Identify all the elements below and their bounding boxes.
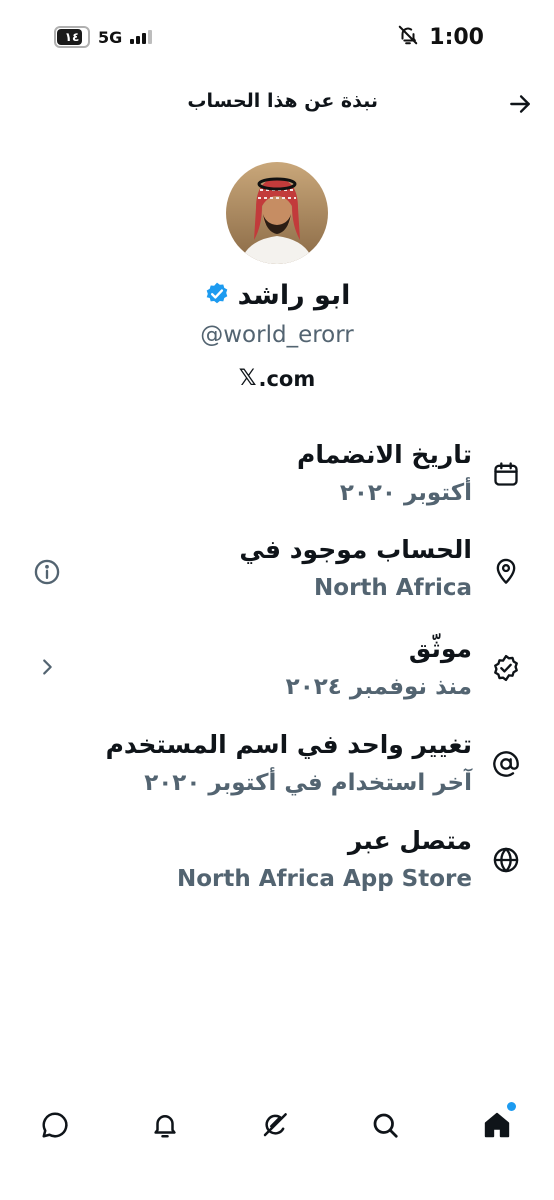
- home-notification-dot: [507, 1102, 516, 1111]
- search-icon: [373, 1113, 398, 1138]
- display-name: ابو راشد: [237, 280, 351, 311]
- x-logo: 𝕏: [238, 366, 257, 391]
- arrow-right-icon: [510, 95, 530, 113]
- location-title: الحساب موجود في: [239, 535, 472, 564]
- battery-level: ١٤: [64, 30, 80, 44]
- location-value: North Africa: [314, 575, 472, 601]
- info-row-location: الحساب موجود في North Africa: [0, 535, 554, 631]
- info-row-verified[interactable]: موثّق منذ نوفمبر ٢٠٢٤: [0, 634, 554, 730]
- site-link[interactable]: 𝕏 .com: [0, 366, 554, 391]
- globe-icon: [493, 847, 519, 873]
- info-circle-icon: [34, 559, 60, 585]
- profile-handle: @world_erorr: [200, 322, 354, 348]
- connected-via-value: North Africa App Store: [176, 866, 472, 892]
- verified-details-button[interactable]: [32, 652, 62, 682]
- verified-badge-icon: [204, 281, 230, 311]
- nav-messages[interactable]: [38, 1108, 72, 1142]
- status-right: 1:00: [397, 24, 484, 50]
- bottom-nav: [0, 1090, 554, 1160]
- battery-indicator: ١٤: [54, 26, 90, 48]
- verified-check-icon: [494, 654, 518, 682]
- page-title: نبذة عن هذا الحساب: [187, 90, 378, 112]
- verified-value: منذ نوفمبر ٢٠٢٤: [285, 674, 472, 700]
- signal-icon: [130, 30, 153, 44]
- grok-icon: [263, 1113, 287, 1137]
- home-icon: [484, 1112, 510, 1138]
- location-info-button[interactable]: [32, 557, 62, 587]
- at-sign-icon: [493, 751, 519, 777]
- network-type: 5G: [98, 27, 123, 47]
- joined-title: تاريخ الانضمام: [297, 440, 472, 469]
- messages-icon: [42, 1112, 68, 1138]
- nav-search[interactable]: [368, 1108, 402, 1142]
- site-domain: .com: [258, 366, 316, 391]
- profile-name-row: ابو راشد: [0, 280, 554, 311]
- joined-value: أكتوبر ٢٠٢٠: [339, 480, 472, 506]
- verified-title: موثّق: [408, 634, 472, 663]
- calendar-icon: [494, 462, 518, 486]
- muted-bell-icon: [397, 24, 419, 50]
- nav-notifications[interactable]: [148, 1108, 182, 1142]
- location-pin-icon: [496, 558, 516, 584]
- avatar[interactable]: [226, 162, 328, 264]
- clock: 1:00: [429, 24, 484, 50]
- username-changes-value: آخر استخدام في أكتوبر ٢٠٢٠: [144, 770, 472, 796]
- status-bar: ١٤ 5G 1:00: [0, 0, 554, 76]
- back-button[interactable]: [504, 88, 536, 120]
- nav-home[interactable]: [480, 1102, 516, 1142]
- info-row-connected-via: متصل عبر North Africa App Store: [0, 826, 554, 922]
- username-changes-title: تغيير واحد في اسم المستخدم: [105, 730, 472, 759]
- notifications-icon: [154, 1115, 176, 1138]
- page-header: نبذة عن هذا الحساب: [0, 76, 554, 132]
- nav-grok[interactable]: [258, 1108, 292, 1142]
- info-row-joined: تاريخ الانضمام أكتوبر ٢٠٢٠: [0, 440, 554, 536]
- status-left: ١٤ 5G: [54, 26, 153, 48]
- info-row-username-changes: تغيير واحد في اسم المستخدم آخر استخدام ف…: [0, 730, 554, 826]
- connected-via-title: متصل عبر: [347, 826, 472, 855]
- chevron-left-icon: [43, 659, 52, 675]
